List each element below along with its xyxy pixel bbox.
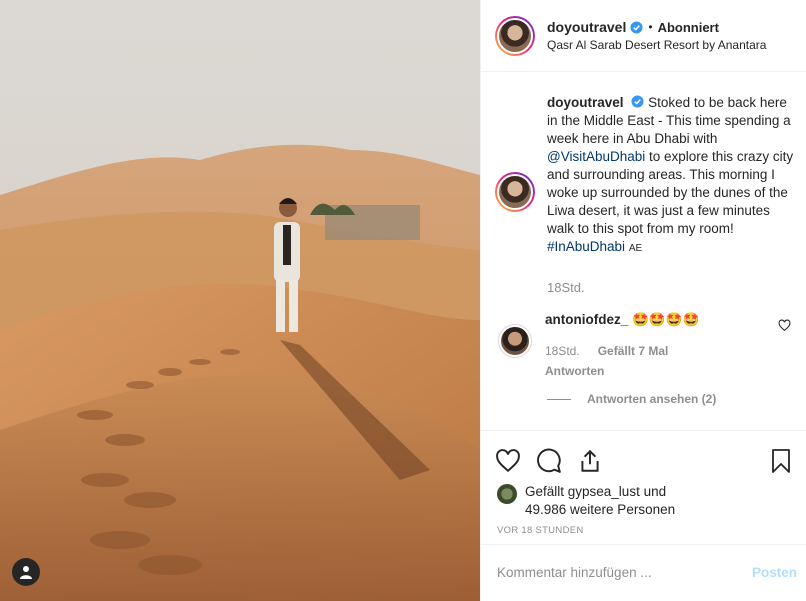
comment-text: 🤩🤩🤩🤩: [632, 312, 700, 327]
comment-input[interactable]: [497, 565, 752, 580]
share-icon[interactable]: [577, 448, 603, 474]
caption-avatar[interactable]: [495, 172, 535, 212]
view-replies-label: Antworten ansehen (2): [587, 392, 717, 406]
user-tag-icon: [20, 566, 32, 579]
verified-badge-icon: [630, 20, 643, 34]
likes-line-1[interactable]: Gefällt gypsea_lust und: [525, 483, 675, 501]
post-photo[interactable]: [0, 0, 480, 601]
location-link[interactable]: Qasr Al Sarab Desert Resort by Anantara: [547, 38, 766, 52]
verified-badge-icon: [631, 95, 644, 108]
bookmark-icon[interactable]: [769, 448, 793, 474]
liker-avatar[interactable]: [497, 484, 517, 504]
hashtag-link[interactable]: #InAbuDhabi: [547, 239, 625, 254]
replies-divider: [547, 398, 571, 400]
view-replies-button[interactable]: Antworten ansehen (2): [547, 392, 716, 406]
mention-link[interactable]: @VisitAbuDhabi: [547, 149, 645, 164]
caption-time[interactable]: 18Std.: [547, 279, 795, 297]
comment-form: Posten: [481, 544, 806, 600]
likes-summary: Gefällt gypsea_lust und 49.986 weitere P…: [481, 483, 806, 519]
heart-icon[interactable]: [495, 448, 521, 474]
post-timestamp[interactable]: VOR 18 STUNDEN: [481, 525, 806, 536]
post-header: doyoutravel • Abonniert Qasr Al Sarab De…: [481, 0, 806, 72]
likes-line-2[interactable]: 49.986 weitere Personen: [525, 501, 675, 519]
author-avatar[interactable]: [495, 15, 535, 56]
comment-heart-icon[interactable]: [778, 319, 791, 332]
follow-status-button[interactable]: Abonniert: [658, 20, 719, 35]
user-tag-button[interactable]: [12, 558, 40, 586]
comment-item: antoniofdez_ 🤩🤩🤩🤩 18Std. Gefällt 7 Mal A…: [495, 311, 795, 380]
post-dialog: doyoutravel • Abonniert Qasr Al Sarab De…: [0, 0, 806, 601]
separator-dot: •: [648, 20, 653, 34]
commenter-avatar[interactable]: [499, 325, 531, 357]
reply-button[interactable]: Antworten: [545, 362, 795, 380]
post-actions: Gefällt gypsea_lust und 49.986 weitere P…: [481, 430, 806, 600]
author-username[interactable]: doyoutravel: [547, 19, 626, 35]
commenter-username[interactable]: antoniofdez_: [545, 312, 628, 327]
comment-likes[interactable]: Gefällt 7 Mal: [598, 342, 669, 360]
post-comment-button[interactable]: Posten: [752, 565, 797, 580]
flag-emoji: AE: [628, 243, 643, 254]
comment-time[interactable]: 18Std.: [545, 342, 580, 360]
desert-scene: [0, 0, 480, 601]
caption: doyoutravel Stoked to be back here in th…: [495, 94, 795, 297]
post-sidebar: doyoutravel • Abonniert Qasr Al Sarab De…: [480, 0, 806, 601]
caption-username[interactable]: doyoutravel: [547, 95, 624, 110]
comment-icon[interactable]: [536, 448, 562, 474]
